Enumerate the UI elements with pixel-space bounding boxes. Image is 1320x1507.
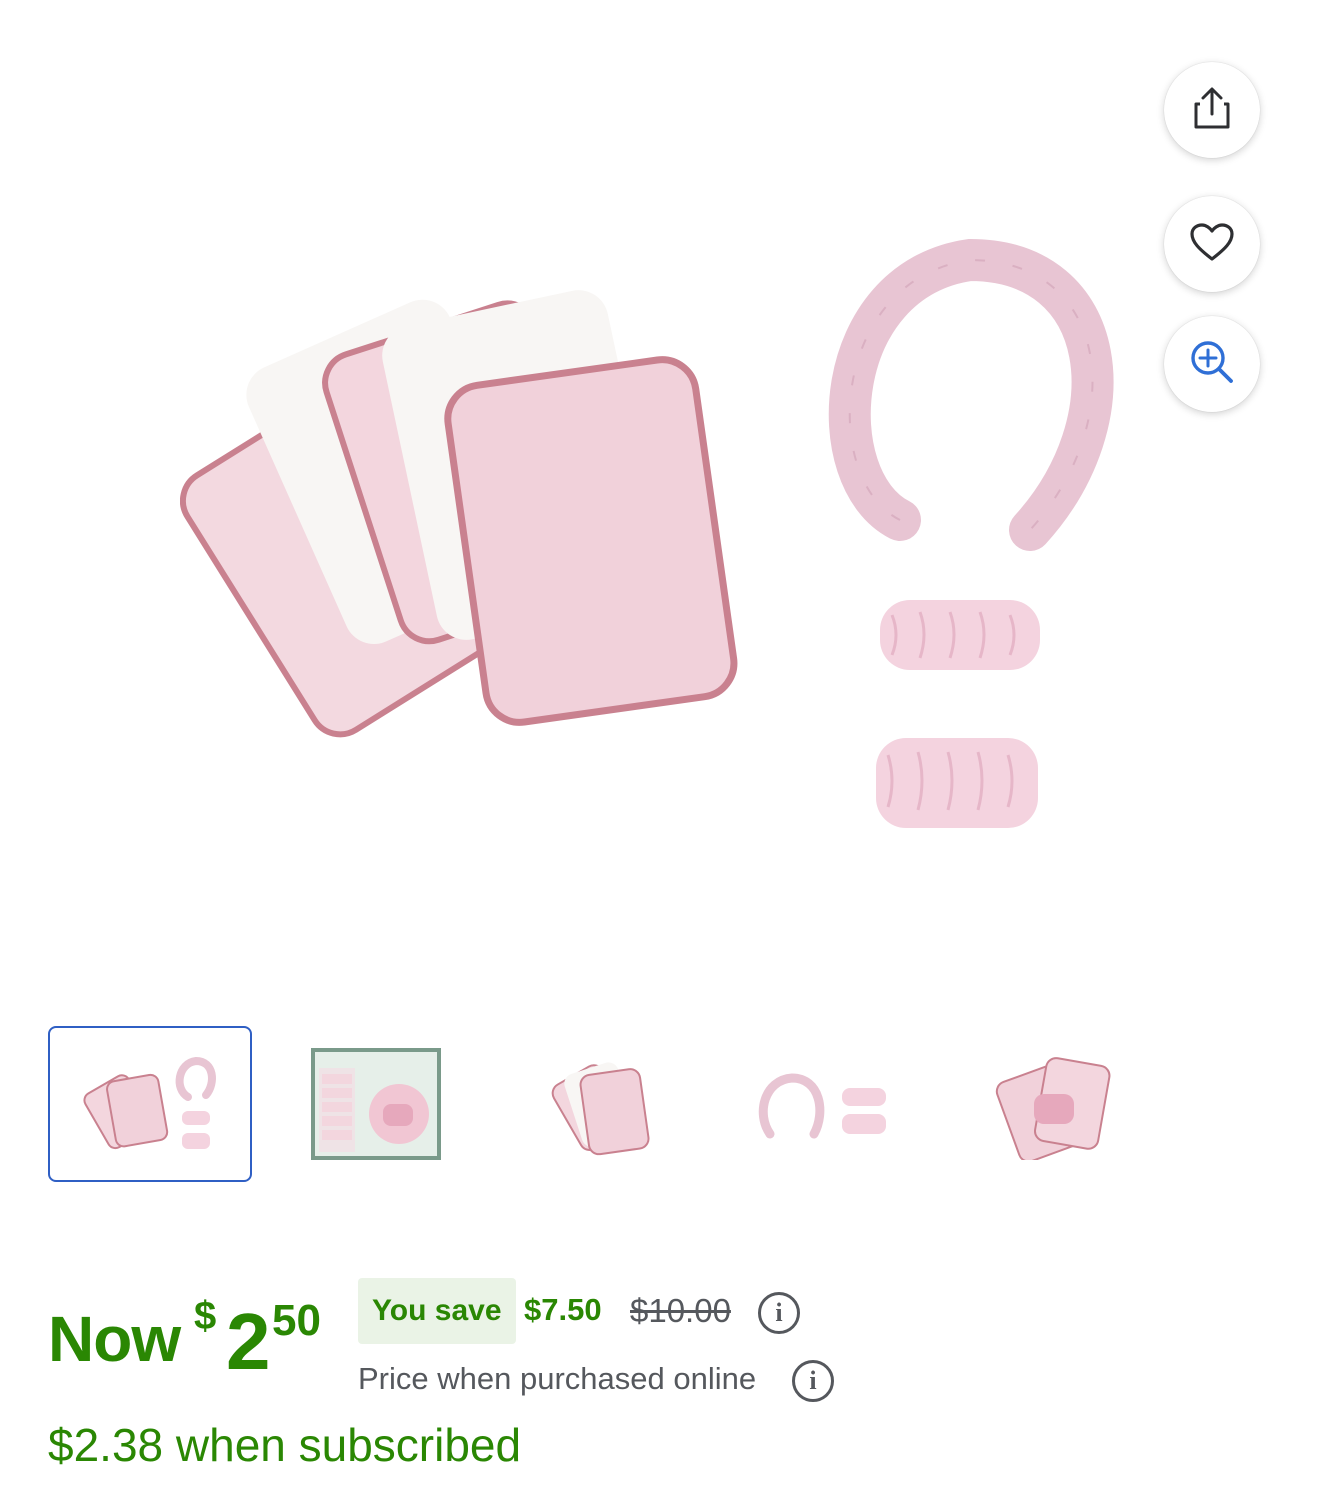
- thumbnail-2[interactable]: [274, 1026, 478, 1182]
- share-button[interactable]: [1164, 62, 1260, 158]
- now-label: Now: [48, 1303, 181, 1375]
- price-cents: 50: [272, 1296, 321, 1345]
- heart-icon: [1189, 222, 1235, 267]
- currency-symbol: $: [194, 1294, 217, 1338]
- thumbnail-strip: [48, 1026, 1148, 1182]
- you-save-badge: You save: [358, 1278, 516, 1344]
- favorite-button[interactable]: [1164, 196, 1260, 292]
- price-dollars: 2: [226, 1297, 270, 1386]
- thumbnail-4[interactable]: [726, 1026, 930, 1182]
- zoom-in-icon: [1189, 339, 1235, 390]
- product-illustration: [180, 238, 1114, 828]
- online-price-info-icon[interactable]: i: [792, 1360, 834, 1402]
- thumbnail-3[interactable]: [500, 1026, 704, 1182]
- was-price: $10.00: [630, 1292, 731, 1329]
- price-info-icon[interactable]: i: [758, 1292, 800, 1334]
- thumbnail-5[interactable]: [952, 1026, 1156, 1182]
- online-price-note: Price when purchased online: [358, 1361, 757, 1396]
- share-icon: [1192, 86, 1232, 135]
- product-main-image[interactable]: [0, 0, 1320, 990]
- subscription-price: $2.38 when subscribed: [48, 1419, 522, 1471]
- save-amount: $7.50: [524, 1292, 602, 1327]
- zoom-button[interactable]: [1164, 316, 1260, 412]
- thumbnail-1[interactable]: [48, 1026, 252, 1182]
